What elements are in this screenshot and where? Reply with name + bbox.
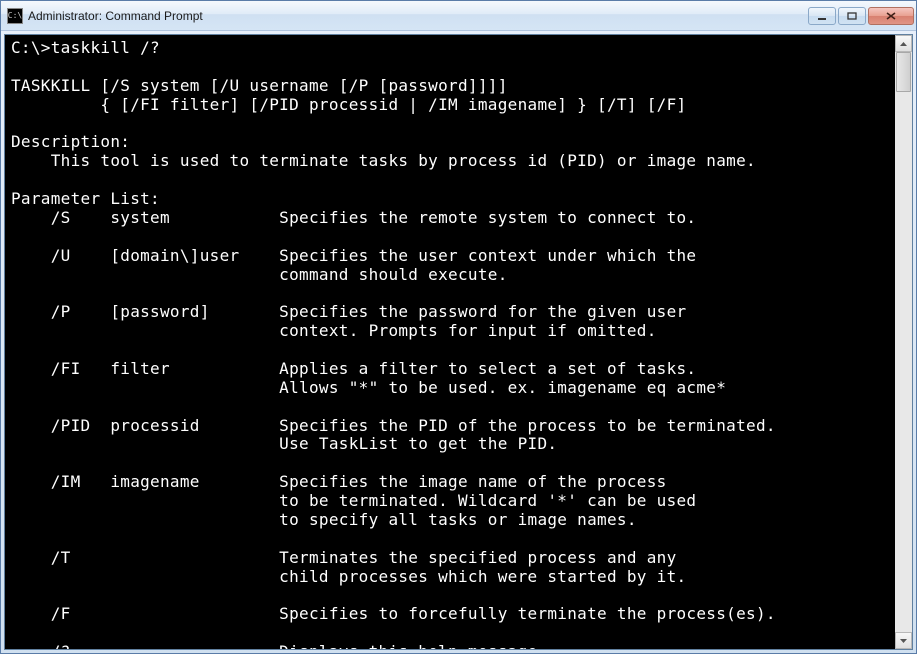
param-row: /S system Specifies the remote system to… (11, 208, 696, 227)
param-row: /PID processid Specifies the PID of the … (11, 416, 776, 435)
window-controls (808, 7, 914, 25)
close-button[interactable] (868, 7, 914, 25)
param-row: child processes which were started by it… (11, 567, 686, 586)
scroll-down-button[interactable] (895, 632, 912, 649)
param-row: /P [password] Specifies the password for… (11, 302, 686, 321)
cmd-icon: C:\ (7, 8, 23, 24)
minimize-button[interactable] (808, 7, 836, 25)
command-text: taskkill /? (51, 38, 160, 57)
description-text: This tool is used to terminate tasks by … (11, 151, 756, 170)
scroll-up-button[interactable] (895, 35, 912, 52)
param-row: context. Prompts for input if omitted. (11, 321, 657, 340)
param-row: /FI filter Applies a filter to select a … (11, 359, 696, 378)
client-area: C:\>taskkill /? TASKKILL [/S system [/U … (4, 34, 913, 650)
prompt: C:\> (11, 38, 51, 57)
param-row: Use TaskList to get the PID. (11, 434, 557, 453)
parameter-header: Parameter List: (11, 189, 160, 208)
param-row: /IM imagename Specifies the image name o… (11, 472, 667, 491)
param-row: /U [domain\]user Specifies the user cont… (11, 246, 696, 265)
usage-line: { [/FI filter] [/PID processid | /IM ima… (11, 95, 686, 114)
maximize-icon (847, 12, 857, 20)
window-frame: C:\ Administrator: Command Prompt C:\>ta… (0, 0, 917, 654)
param-row: Allows "*" to be used. ex. imagename eq … (11, 378, 726, 397)
scroll-thumb[interactable] (896, 52, 911, 92)
usage-line: TASKKILL [/S system [/U username [/P [pa… (11, 76, 508, 95)
vertical-scrollbar[interactable] (895, 35, 912, 649)
param-row: to be terminated. Wildcard '*' can be us… (11, 491, 696, 510)
minimize-icon (817, 12, 827, 20)
param-row: /T Terminates the specified process and … (11, 548, 677, 567)
close-icon (886, 12, 896, 20)
param-row: command should execute. (11, 265, 508, 284)
description-header: Description: (11, 132, 130, 151)
param-row: /? Displays this help message. (11, 642, 547, 649)
chevron-up-icon (900, 42, 907, 46)
param-row: /F Specifies to forcefully terminate the… (11, 604, 776, 623)
chevron-down-icon (900, 639, 907, 643)
titlebar[interactable]: C:\ Administrator: Command Prompt (1, 1, 916, 31)
maximize-button[interactable] (838, 7, 866, 25)
scroll-track[interactable] (895, 52, 912, 632)
terminal-output[interactable]: C:\>taskkill /? TASKKILL [/S system [/U … (5, 35, 895, 649)
param-row: to specify all tasks or image names. (11, 510, 637, 529)
window-title: Administrator: Command Prompt (28, 9, 808, 23)
